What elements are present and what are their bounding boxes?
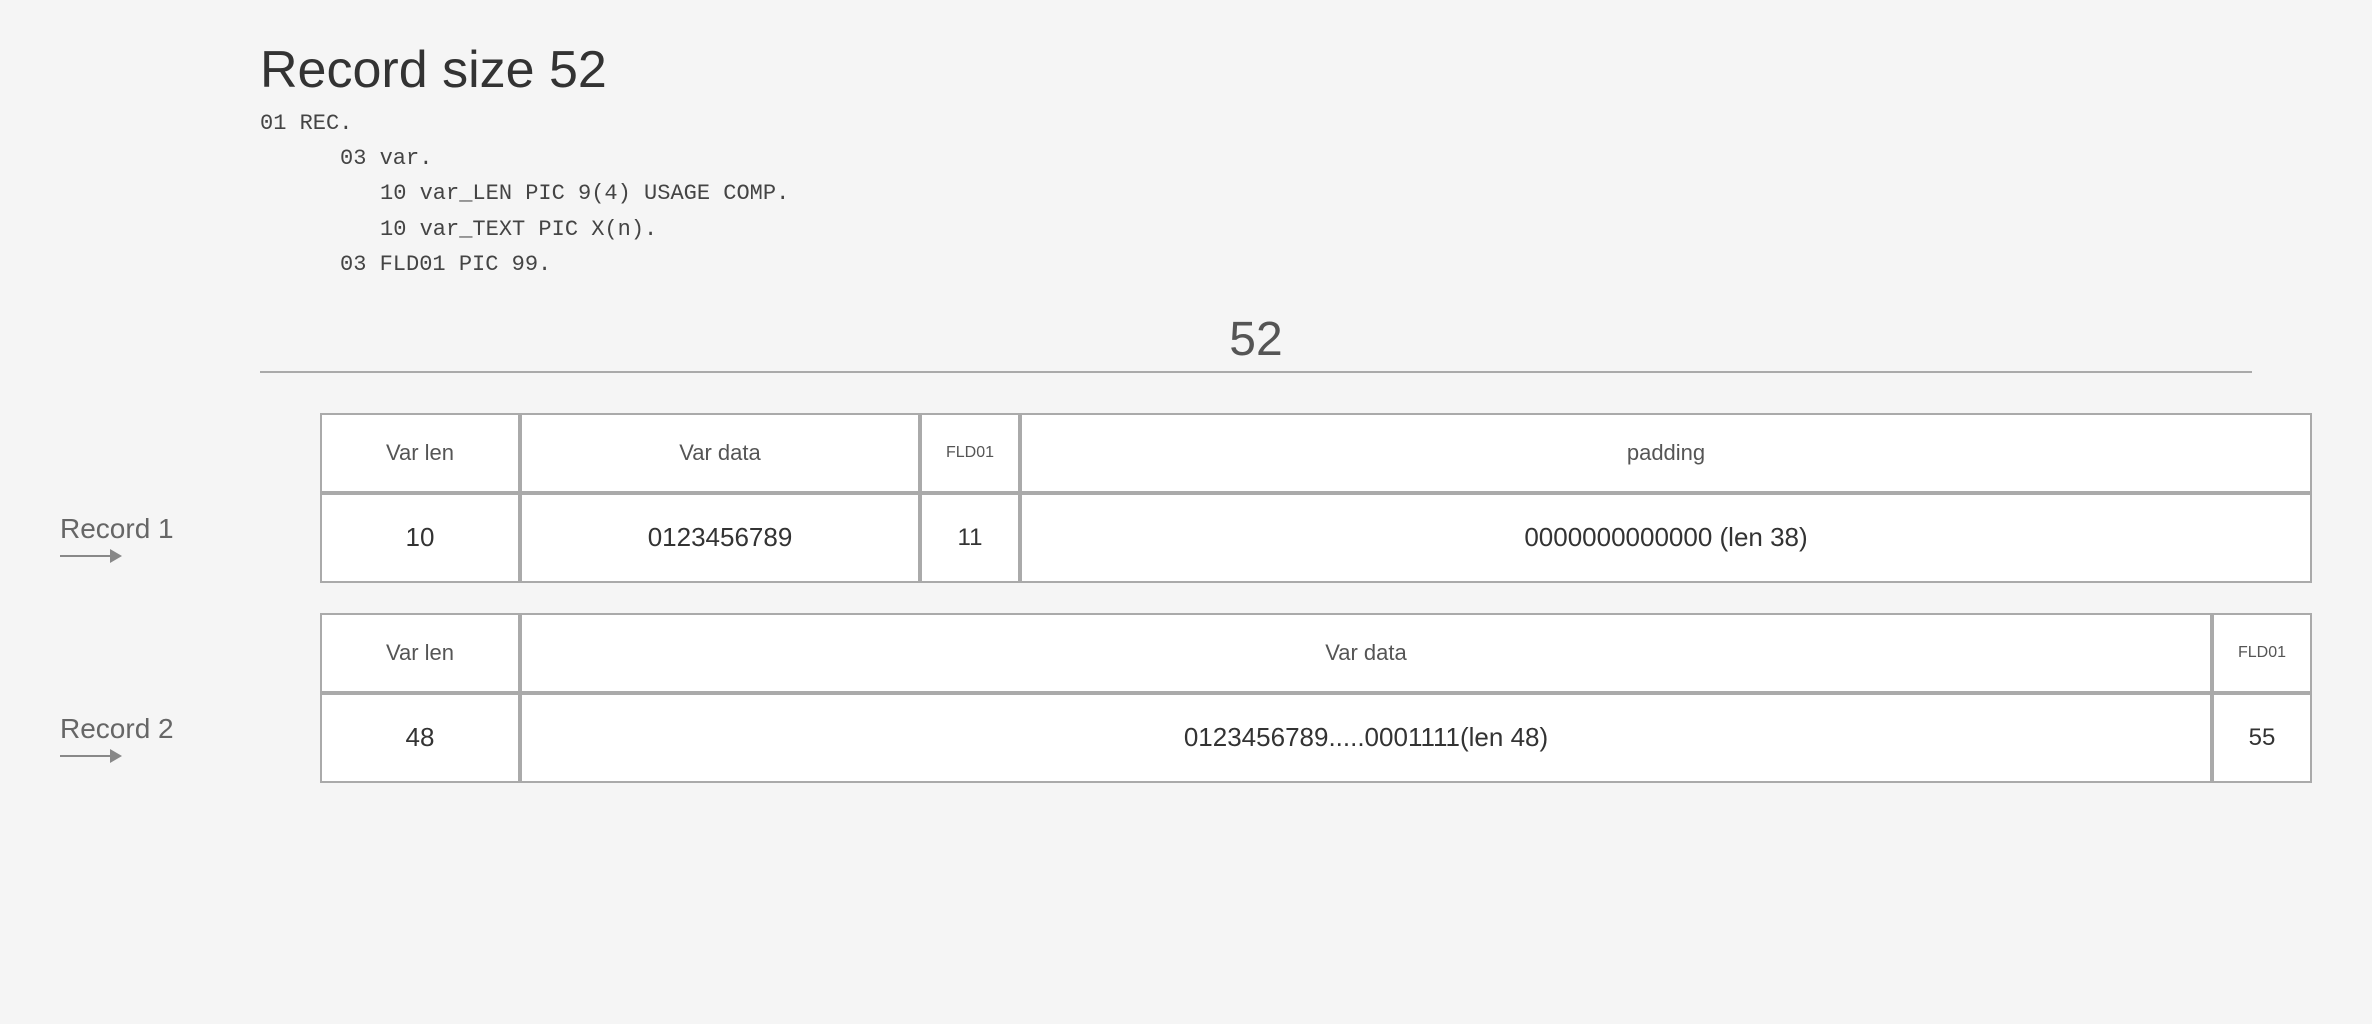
size-indicator: 52: [260, 312, 2252, 373]
record2-label: Record 2: [60, 713, 174, 745]
record2-data-fld01: 55: [2212, 693, 2312, 783]
record1-data-vardata: 0123456789: [520, 493, 920, 583]
record1-data-padding: 0000000000000 (len 38): [1020, 493, 2312, 583]
record2-header-varlen: Var len: [320, 613, 520, 693]
record2-arrow: [60, 749, 122, 763]
cobol-code-block: 01 REC. 03 var. 10 var_LEN PIC 9(4) USAG…: [260, 106, 2312, 282]
record1-data-fld01: 11: [920, 493, 1020, 583]
record1-label-spacer: [60, 413, 320, 493]
cobol-line-1: 01 REC.: [260, 106, 2312, 141]
records-section: Var len Var data FLD01 padding Record 1 …: [60, 413, 2312, 783]
record2-label-spacer: [60, 613, 320, 693]
record2-data-row: 48 0123456789.....0001111(len 48) 55: [320, 693, 2312, 783]
record2-arrow-line: [60, 755, 110, 757]
size-number: 52: [260, 312, 2252, 367]
record2-data-vardata: 0123456789.....0001111(len 48): [520, 693, 2212, 783]
page-title: Record size 52: [260, 40, 2312, 100]
record1-header-fld01: FLD01: [920, 413, 1020, 493]
record2-header-fld01: FLD01: [2212, 613, 2312, 693]
record1-header-vardata: Var data: [520, 413, 920, 493]
record1-header-varlen: Var len: [320, 413, 520, 493]
record1-label: Record 1: [60, 513, 174, 545]
record2-label-block: Record 2: [60, 713, 320, 763]
record1-arrow-line: [60, 555, 110, 557]
cobol-line-3: 10 var_LEN PIC 9(4) USAGE COMP.: [380, 176, 2312, 211]
record2-header-vardata: Var data: [520, 613, 2212, 693]
record1-arrow: [60, 549, 122, 563]
size-line: [260, 371, 2252, 373]
record1-label-block: Record 1: [60, 513, 320, 563]
cobol-line-5: 03 FLD01 PIC 99.: [340, 247, 2312, 282]
record2-data-varlen: 48: [320, 693, 520, 783]
record1-header-row: Var len Var data FLD01 padding: [320, 413, 2312, 493]
record2-header-row: Var len Var data FLD01: [320, 613, 2312, 693]
record1-header-padding: padding: [1020, 413, 2312, 493]
record1-arrow-head: [110, 549, 122, 563]
cobol-line-2: 03 var.: [340, 141, 2312, 176]
record1-data-row: 10 0123456789 11 0000000000000 (len 38): [320, 493, 2312, 583]
record1-data-varlen: 10: [320, 493, 520, 583]
record2-arrow-head: [110, 749, 122, 763]
cobol-line-4: 10 var_TEXT PIC X(n).: [380, 212, 2312, 247]
